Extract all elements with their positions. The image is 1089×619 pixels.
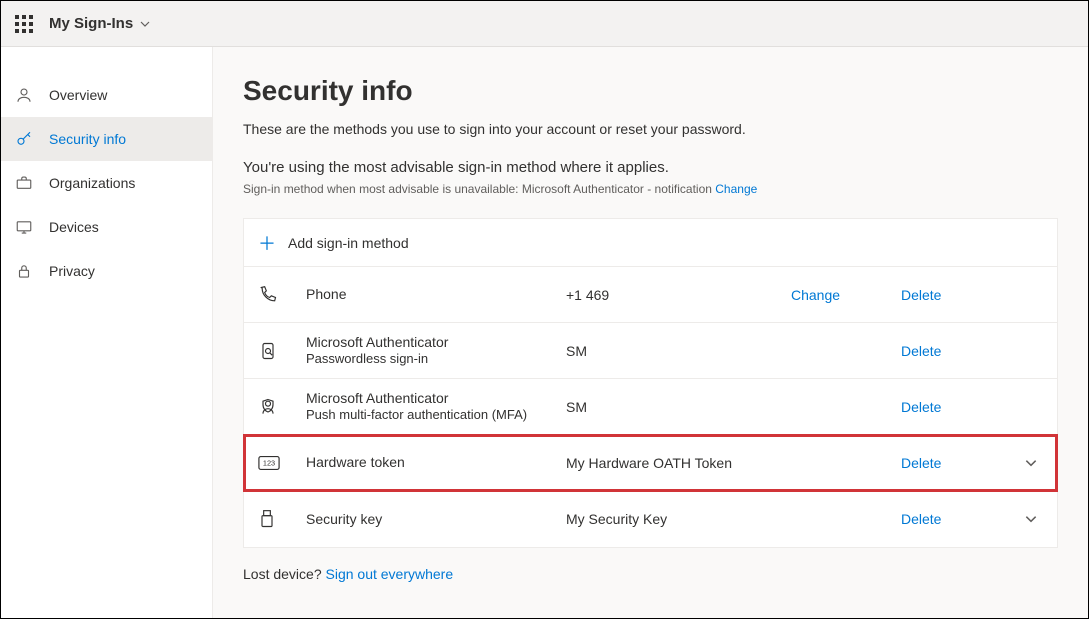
usb-key-icon (258, 509, 306, 529)
sidebar: Overview Security info Organizations Dev… (1, 47, 213, 618)
change-default-link[interactable]: Change (715, 182, 757, 196)
sidebar-item-label: Privacy (49, 263, 95, 279)
lock-icon (15, 262, 39, 280)
method-name: Security key (306, 511, 382, 527)
app-title-dropdown[interactable]: My Sign-Ins (49, 15, 151, 32)
advisable-text: You're using the most advisable sign-in … (243, 159, 1058, 176)
fallback-line: Sign-in method when most advisable is un… (243, 182, 1058, 196)
topbar: My Sign-Ins (1, 1, 1088, 47)
sidebar-item-label: Devices (49, 219, 99, 235)
chevron-down-icon (139, 18, 151, 30)
expand-toggle[interactable] (1011, 512, 1051, 526)
method-name: Phone (306, 286, 346, 302)
plus-icon: ＋ (258, 230, 276, 256)
token-icon: 123 (258, 455, 306, 471)
sign-out-everywhere-link[interactable]: Sign out everywhere (326, 566, 454, 582)
chevron-down-icon (1024, 456, 1038, 470)
svg-text:123: 123 (263, 458, 275, 467)
sidebar-item-label: Security info (49, 131, 126, 147)
sidebar-item-label: Organizations (49, 175, 135, 191)
method-subname: Passwordless sign-in (306, 351, 566, 368)
chevron-down-icon (1024, 512, 1038, 526)
delete-link[interactable]: Delete (901, 343, 1011, 359)
method-row-security-key: Security key My Security Key Delete (244, 491, 1057, 547)
delete-link[interactable]: Delete (901, 455, 1011, 471)
lost-device-line: Lost device? Sign out everywhere (243, 566, 1058, 582)
method-value: SM (566, 399, 791, 415)
method-row-phone: Phone +1 469 Change Delete (244, 267, 1057, 323)
key-icon (15, 130, 39, 148)
page-subtitle: These are the methods you use to sign in… (243, 121, 1058, 137)
method-value: My Hardware OATH Token (566, 455, 791, 471)
monitor-icon (15, 218, 39, 236)
method-row-authenticator-passwordless: Microsoft Authenticator Passwordless sig… (244, 323, 1057, 379)
add-method-button[interactable]: ＋ Add sign-in method (244, 219, 1057, 267)
method-row-hardware-token: 123 Hardware token My Hardware OATH Toke… (244, 435, 1057, 491)
person-icon (15, 86, 39, 104)
authenticator-icon (258, 397, 306, 417)
methods-list: ＋ Add sign-in method Phone +1 469 Change… (243, 218, 1058, 548)
sidebar-item-privacy[interactable]: Privacy (1, 249, 212, 293)
sidebar-item-security-info[interactable]: Security info (1, 117, 212, 161)
method-value: SM (566, 343, 791, 359)
delete-link[interactable]: Delete (901, 511, 1011, 527)
lost-device-prefix: Lost device? (243, 566, 326, 582)
method-name: Hardware token (306, 454, 405, 470)
briefcase-icon (15, 174, 39, 192)
method-value: +1 469 (566, 287, 791, 303)
method-value: My Security Key (566, 511, 791, 527)
sidebar-item-overview[interactable]: Overview (1, 73, 212, 117)
sidebar-item-label: Overview (49, 87, 107, 103)
method-name: Microsoft Authenticator (306, 389, 566, 407)
add-method-label: Add sign-in method (288, 235, 409, 251)
app-title-label: My Sign-Ins (49, 15, 133, 32)
app-launcher-icon[interactable] (15, 15, 33, 33)
expand-toggle[interactable] (1011, 456, 1051, 470)
page-title: Security info (243, 75, 1058, 107)
main-content: Security info These are the methods you … (213, 47, 1088, 618)
fallback-prefix: Sign-in method when most advisable is un… (243, 182, 715, 196)
change-link[interactable]: Change (791, 287, 901, 303)
method-name: Microsoft Authenticator (306, 333, 566, 351)
method-row-authenticator-push: Microsoft Authenticator Push multi-facto… (244, 379, 1057, 435)
sidebar-item-organizations[interactable]: Organizations (1, 161, 212, 205)
delete-link[interactable]: Delete (901, 399, 1011, 415)
phone-icon (258, 285, 306, 305)
method-subname: Push multi-factor authentication (MFA) (306, 407, 566, 424)
authenticator-icon (258, 341, 306, 361)
sidebar-item-devices[interactable]: Devices (1, 205, 212, 249)
delete-link[interactable]: Delete (901, 287, 1011, 303)
